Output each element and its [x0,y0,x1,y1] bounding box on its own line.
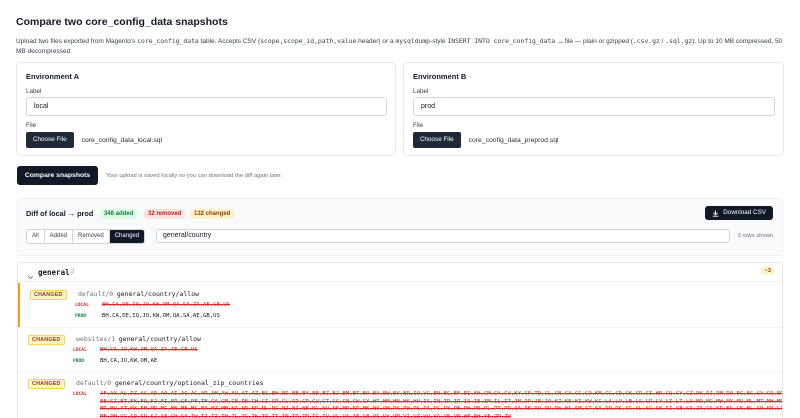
scope-label: default/0 [78,290,114,298]
environment-b-title: Environment B [413,72,467,81]
environment-a-file-picker: Choose File core_config_data_local.sql [26,132,162,148]
prod-value: BH,CA,JO,KW,OM,AE [100,358,158,364]
intro-code: INSERT INTO core_config_data … [447,37,563,45]
environment-a-file-caption: File [26,122,37,129]
environment-b-label-caption: Label [413,88,429,95]
filter-all-button[interactable]: All [27,230,45,243]
intro-text: table. Accepts CSV ( [198,38,261,45]
row-count: 3 rows shown [737,233,773,239]
filter-removed-button[interactable]: Removed [73,230,110,243]
environment-a-choose-file-button[interactable]: Choose File [26,132,74,148]
local-value: BH,CA,DE,IQ,JO,KW,OM,QA,SA,ZA,AE,GB,US [102,302,230,308]
prod-label: PROD [73,359,85,364]
intro-code: scope,scope_id,path,value [260,37,357,45]
scope-label: websites/1 [76,335,116,343]
prod-label: PROD [75,314,87,319]
group-header[interactable]: general 3 ~3 [18,263,782,282]
local-value-row: LOCAL BH,CA,JO,KW,OM,QA,ZA,AE,GB,US [73,347,198,353]
status-badge: CHANGED [28,379,65,389]
diff-row: CHANGED default/0 general/country/allow … [18,283,782,327]
diff-filter-tabs: All Added Removed Changed [26,229,146,244]
environment-b-file-caption: File [413,122,424,129]
environment-a-label-input[interactable]: local [26,97,387,116]
group-name: general [38,268,70,277]
environment-b-file-picker: Choose File core_config_data_preprod.sql [413,132,559,148]
config-path: websites/1 general/country/allow [76,335,201,343]
page-header: Compare two core_config_data snapshots U… [16,16,786,57]
prod-value-row: PROD BH,CA,DE,IQ,JO,KW,OM,QA,SA,AE,GB,US [75,313,220,319]
intro-text: header) or a [356,38,396,45]
environment-a-file-name: core_config_data_local.sql [81,136,163,144]
filter-added-button[interactable]: Added [45,230,74,243]
config-path: default/0 general/country/optional_zip_c… [76,379,264,387]
changed-count-badge: 132 changed [190,209,235,219]
page-intro: Upload two files exported from Magento's… [16,36,786,57]
environment-b-file-name: core_config_data_preprod.sql [468,136,559,144]
diff-summary-panel: Diff of local → prod 346 added 32 remove… [17,198,783,256]
environment-a-label-caption: Label [26,88,42,95]
config-path: default/0 general/country/allow [78,290,199,298]
added-count-badge: 346 added [100,209,138,219]
environment-b-label-input[interactable]: prod [413,97,775,116]
scope-label: default/0 [76,379,112,387]
group-count: 3 [71,269,75,275]
prod-value: BH,CA,DE,IQ,JO,KW,OM,QA,SA,AE,GB,US [102,313,220,319]
path-filter-input[interactable]: general/country [156,229,730,243]
diff-row: CHANGED websites/1 general/country/allow… [18,327,782,371]
group-changed-badge: ~3 [761,267,774,275]
config-group: general 3 ~3 CHANGED default/0 general/c… [17,262,783,418]
path-label: general/country/allow [116,290,200,298]
diff-title: Diff of local → prod [26,209,94,218]
local-value: BH,CA,JO,KW,OM,QA,ZA,AE,GB,US [100,347,198,353]
local-value-row: LOCAL BH,CA,DE,IQ,JO,KW,OM,QA,SA,ZA,AE,G… [75,302,230,308]
download-csv-label: Download CSV [723,209,766,216]
removed-count-badge: 32 removed [144,209,186,219]
path-label: general/country/allow [118,335,201,343]
intro-text: Upload two files exported from Magento's [16,38,138,45]
path-label: general/country/optional_zip_countries [114,379,264,387]
local-label: LOCAL [73,348,87,353]
prod-value-row: PROD BH,CA,JO,KW,OM,AE [73,358,157,364]
environment-b-card: Environment B Label prod File Choose Fil… [403,62,784,156]
local-label: LOCAL [73,392,87,397]
status-badge: CHANGED [28,335,65,345]
page-title: Compare two core_config_data snapshots [16,16,228,28]
download-icon [712,209,719,217]
local-value: AF,AX,AL,DZ,AS,AD,AO,AI,AQ,AG,AR,AM,AW,A… [100,391,783,418]
intro-text: file — plain or gzipped ( [562,38,633,45]
intro-text: -style [430,38,448,45]
status-badge: CHANGED [30,290,67,300]
download-csv-button[interactable]: Download CSV [705,206,773,220]
intro-code: core_config_data [137,37,199,45]
filter-changed-button[interactable]: Changed [109,230,145,243]
local-label: LOCAL [75,303,89,308]
compare-note: Your upload is saved locally so you can … [106,173,283,179]
environment-b-choose-file-button[interactable]: Choose File [413,132,461,148]
local-value-row: LOCAL AF,AX,AL,DZ,AS,AD,AO,AI,AQ,AG,AR,A… [73,391,783,418]
intro-code: .csv.gz [632,37,660,45]
diff-row: CHANGED default/0 general/country/option… [18,371,783,418]
intro-code: .sql.gz [665,37,693,45]
intro-code: mysqldump [395,37,431,45]
compare-snapshots-button[interactable]: Compare snapshots [17,166,98,185]
environment-a-title: Environment A [26,72,80,81]
environment-a-card: Environment A Label local File Choose Fi… [16,62,396,156]
